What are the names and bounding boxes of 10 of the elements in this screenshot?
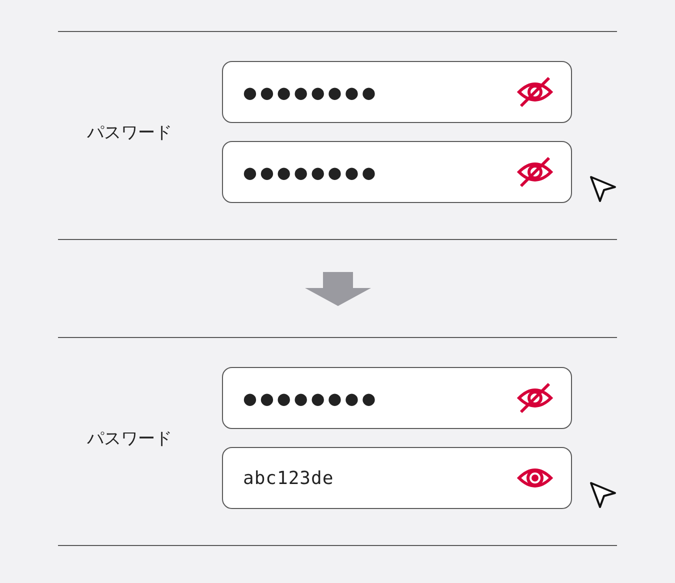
password-field[interactable]: ●●●●●●●● (222, 141, 572, 203)
down-arrow-icon (304, 272, 370, 306)
eye-slash-icon[interactable] (517, 382, 553, 414)
password-field[interactable]: ●●●●●●●● (222, 61, 572, 123)
password-field[interactable]: abc123de (222, 447, 572, 509)
password-label: パスワード (86, 122, 173, 144)
password-field[interactable]: ●●●●●●●● (222, 367, 572, 429)
eye-slash-icon[interactable] (517, 76, 553, 108)
eye-slash-icon[interactable] (517, 156, 553, 188)
password-label: パスワード (86, 428, 173, 450)
